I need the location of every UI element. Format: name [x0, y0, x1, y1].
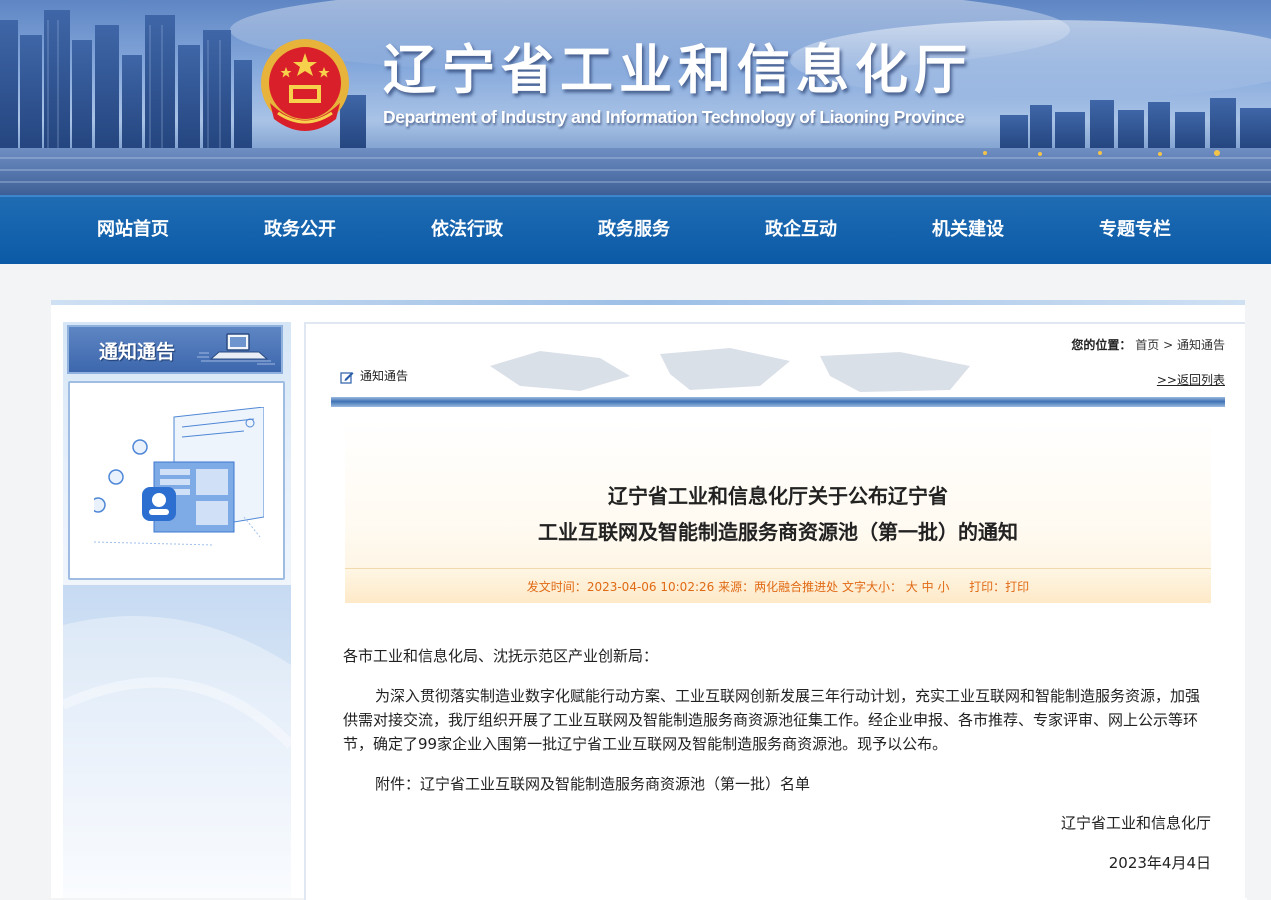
map-decoration	[490, 348, 970, 392]
nav-item-party-building[interactable]: 机关建设	[898, 197, 1038, 264]
sidebar-heading-label: 通知通告	[99, 341, 176, 363]
site-title: 辽宁省工业和信息化厅	[383, 39, 973, 101]
section-divider-bar	[331, 397, 1225, 407]
breadcrumb-label: 您的位置：	[1071, 338, 1132, 352]
font-size-large-button[interactable]: 大	[906, 580, 918, 594]
print-button[interactable]: 打印	[1005, 580, 1029, 594]
font-size-small-button[interactable]: 小	[937, 580, 949, 594]
article-signature: 辽宁省工业和信息化厅	[1060, 814, 1211, 832]
article-title-line-1: 辽宁省工业和信息化厅关于公布辽宁省	[608, 484, 948, 508]
nav-item-government-services[interactable]: 政务服务	[564, 197, 704, 264]
laptop-icon	[197, 333, 275, 365]
font-size-label: 文字大小：	[841, 580, 902, 594]
breadcrumb-current-link[interactable]: 通知通告	[1177, 338, 1225, 352]
article-date: 2023年4月4日	[1108, 854, 1211, 872]
frame-divider	[51, 300, 1245, 305]
nav-item-law-administration[interactable]: 依法行政	[397, 197, 537, 264]
sidebar-wave-decoration	[63, 585, 291, 898]
source-label: 来源：	[718, 580, 755, 594]
article-meta: 发文时间：2023-04-06 10:02:26 来源：两化融合推进处 文字大小…	[345, 578, 1211, 595]
article-attachment: 附件：辽宁省工业互联网及智能制造服务商资源池（第一批）名单	[375, 775, 811, 793]
page-gutter	[1245, 300, 1271, 898]
article-salutation: 各市工业和信息化局、沈抚示范区产业创新局：	[343, 647, 659, 665]
nav-item-home[interactable]: 网站首页	[63, 197, 203, 264]
nav-item-special-topics[interactable]: 专题专栏	[1065, 197, 1205, 264]
section-title: 通知通告	[340, 367, 408, 384]
article-paragraph: 为深入贯彻落实制造业数字化赋能行动方案、工业互联网创新发展三年行动计划，充实工业…	[343, 687, 1201, 753]
breadcrumb: 您的位置： 首页 > 通知通告	[1071, 336, 1225, 353]
font-size-medium-button[interactable]: 中	[922, 580, 934, 594]
main-nav: 网站首页 政务公开 依法行政 政务服务 政企互动 机关建设 专题专栏	[0, 195, 1271, 264]
article-title-line-2: 工业互联网及智能制造服务商资源池（第一批）的通知	[538, 520, 1018, 544]
nav-item-interaction[interactable]: 政企互动	[731, 197, 871, 264]
source-value: 两化融合推进处	[754, 580, 839, 594]
breadcrumb-home-link[interactable]: 首页	[1135, 338, 1159, 352]
site-subtitle: Department of Industry and Information T…	[383, 107, 965, 127]
edit-icon	[340, 371, 354, 384]
print-label: 打印：	[969, 580, 1006, 594]
national-emblem-icon	[261, 39, 349, 131]
sidebar-illustration-box	[68, 381, 285, 580]
sidebar-heading[interactable]: 通知通告	[67, 325, 283, 374]
site-banner: 辽宁省工业和信息化厅 Department of Industry and In…	[0, 0, 1271, 195]
nav-item-government-affairs[interactable]: 政务公开	[230, 197, 370, 264]
breadcrumb-separator: >	[1163, 338, 1174, 352]
back-to-list-link[interactable]: >>返回列表	[1157, 371, 1225, 388]
publish-time-label: 发文时间：	[526, 580, 587, 594]
publish-time-value: 2023-04-06 10:02:26	[586, 580, 715, 594]
article-title: 辽宁省工业和信息化厅关于公布辽宁省 工业互联网及智能制造服务商资源池（第一批）的…	[345, 478, 1211, 550]
web-document-illustration	[94, 407, 264, 546]
section-title-label: 通知通告	[360, 369, 409, 383]
